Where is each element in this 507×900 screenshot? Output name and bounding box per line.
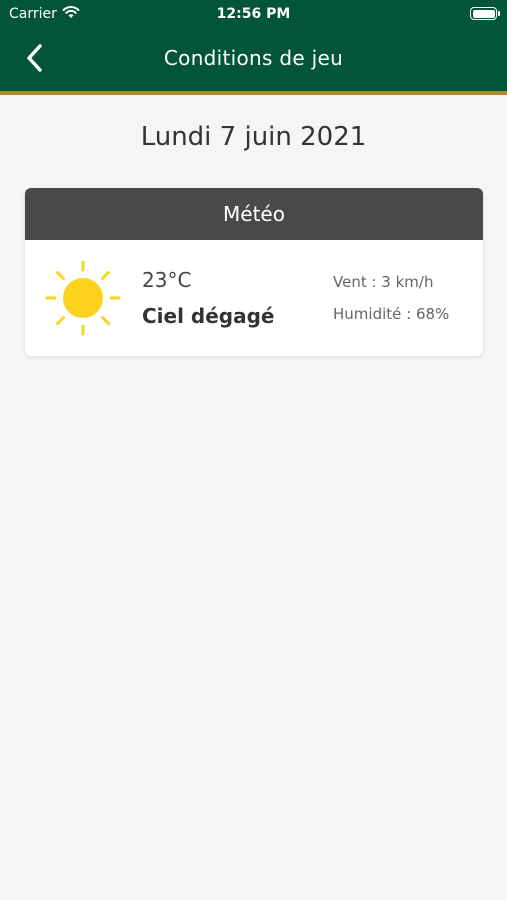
status-time: 12:56 PM — [216, 6, 291, 22]
wind-speed: Vent : 3 km/h — [333, 273, 434, 291]
weather-card-title: Météo — [25, 188, 483, 240]
page-title: Conditions de jeu — [163, 46, 344, 70]
date-heading: Lundi 7 juin 2021 — [140, 122, 367, 152]
sky-condition: Ciel dégagé — [142, 304, 275, 328]
temperature-value: 23°C — [142, 268, 192, 292]
sun-icon — [45, 260, 121, 340]
battery-icon — [470, 7, 500, 20]
humidity-value: Humidité : 68% — [333, 305, 450, 323]
status-bar: Carrier 12:56 PM — [0, 0, 507, 28]
navigation-bar: Carrier 12:56 PM Conditions de jeu — [0, 0, 507, 95]
weather-card: Météo 23°C Ciel dégagé Vent : 3 km/h Hum… — [25, 188, 483, 356]
